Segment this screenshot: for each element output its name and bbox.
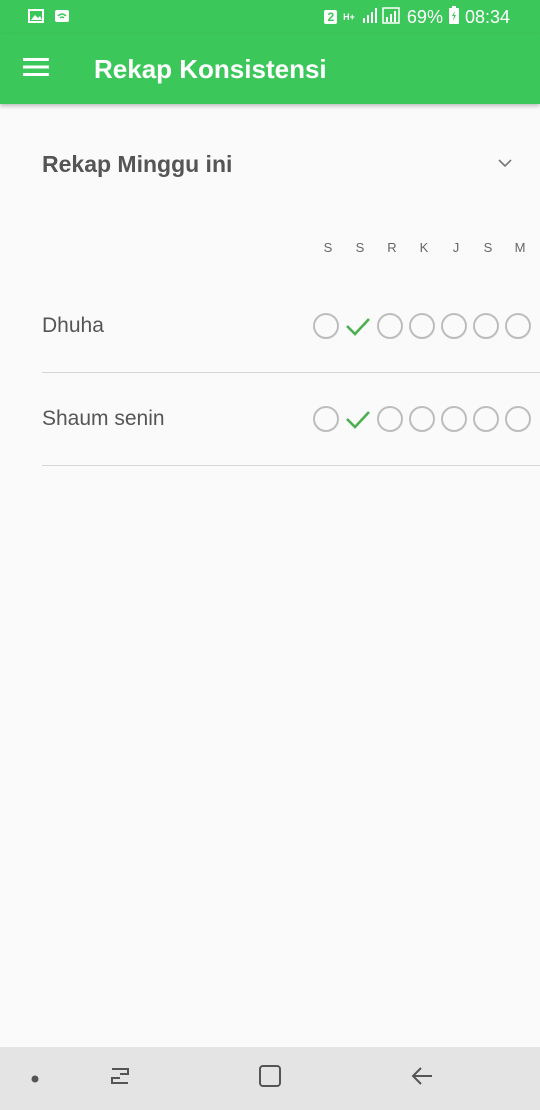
day-label: R xyxy=(387,240,397,255)
recent-apps-button[interactable] xyxy=(96,1047,144,1110)
day-circle-icon[interactable] xyxy=(406,403,438,435)
battery-icon xyxy=(448,5,459,29)
signal-icon xyxy=(361,6,401,29)
status-bar: 2 H+ 69% 08:34 xyxy=(0,0,540,34)
wifi-icon xyxy=(54,7,70,28)
day-label: S xyxy=(323,240,333,255)
day-header: S S R K J S M xyxy=(312,240,536,255)
day-label: S xyxy=(355,240,365,255)
day-circle-icon[interactable] xyxy=(438,403,470,435)
day-circle-icon[interactable] xyxy=(502,403,534,435)
gallery-icon xyxy=(28,7,44,28)
day-circle-icon[interactable] xyxy=(310,310,342,342)
day-circle-icon[interactable] xyxy=(470,310,502,342)
habit-row[interactable]: Dhuha xyxy=(42,280,540,373)
day-circle-icon[interactable] xyxy=(374,403,406,435)
day-circle-icon[interactable] xyxy=(502,310,534,342)
day-circle-icon[interactable] xyxy=(374,310,406,342)
system-nav-bar xyxy=(0,1047,540,1110)
home-button[interactable] xyxy=(246,1047,294,1110)
nav-dot-button[interactable] xyxy=(20,1047,50,1110)
dot-icon xyxy=(31,1070,39,1088)
week-summary-header[interactable]: Rekap Minggu ini xyxy=(42,144,512,184)
chevron-down-icon[interactable] xyxy=(498,155,512,173)
back-icon xyxy=(410,1065,434,1092)
day-label: M xyxy=(514,240,526,255)
network-type: H+ xyxy=(343,12,355,22)
day-label: K xyxy=(419,240,429,255)
section-title: Rekap Minggu ini xyxy=(42,150,233,177)
home-icon xyxy=(258,1064,282,1093)
app-bar: Rekap Konsistensi xyxy=(0,34,540,104)
day-circle-icon[interactable] xyxy=(438,310,470,342)
day-check-icon[interactable] xyxy=(342,310,374,342)
day-check-icon[interactable] xyxy=(342,403,374,435)
recent-apps-icon xyxy=(108,1065,132,1092)
clock: 08:34 xyxy=(464,6,510,27)
battery-percent: 69% xyxy=(406,6,443,27)
hamburger-menu-icon xyxy=(23,57,49,82)
back-button[interactable] xyxy=(398,1047,446,1110)
day-circle-icon[interactable] xyxy=(406,310,438,342)
habit-name: Shaum senin xyxy=(42,407,165,430)
day-label: J xyxy=(452,240,460,255)
habit-name: Dhuha xyxy=(42,314,104,337)
habit-row[interactable]: Shaum senin xyxy=(42,373,540,466)
day-circle-icon[interactable] xyxy=(470,403,502,435)
page-title: Rekap Konsistensi xyxy=(94,53,327,84)
week-marks xyxy=(310,403,534,435)
day-circle-icon[interactable] xyxy=(310,403,342,435)
day-label: S xyxy=(483,240,493,255)
sim-badge: 2 xyxy=(324,10,338,24)
week-marks xyxy=(310,310,534,342)
menu-button[interactable] xyxy=(0,34,72,104)
